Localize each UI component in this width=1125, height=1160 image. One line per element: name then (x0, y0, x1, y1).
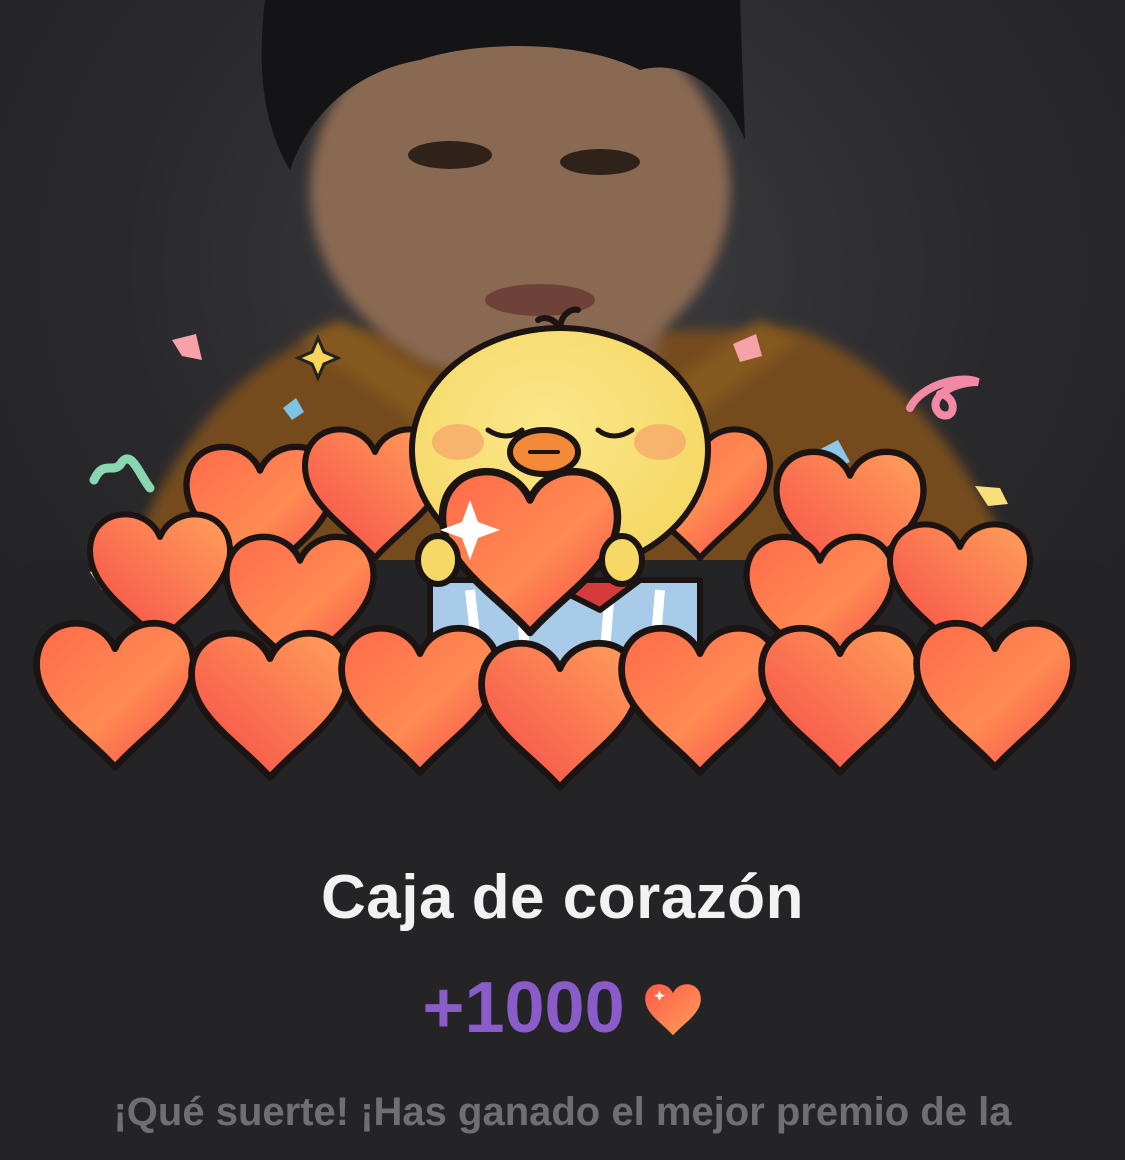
reward-description: ¡Qué suerte! ¡Has ganado el mejor premio… (113, 1090, 1012, 1134)
reward-amount: +1000 (422, 968, 625, 1048)
heart-icon (644, 984, 701, 1036)
chick-holding-heart-in-box-with-hearts-icon (0, 306, 1125, 810)
reward-amount-row: +1000 (0, 968, 1125, 1048)
reward-title: Caja de corazón (321, 863, 804, 932)
